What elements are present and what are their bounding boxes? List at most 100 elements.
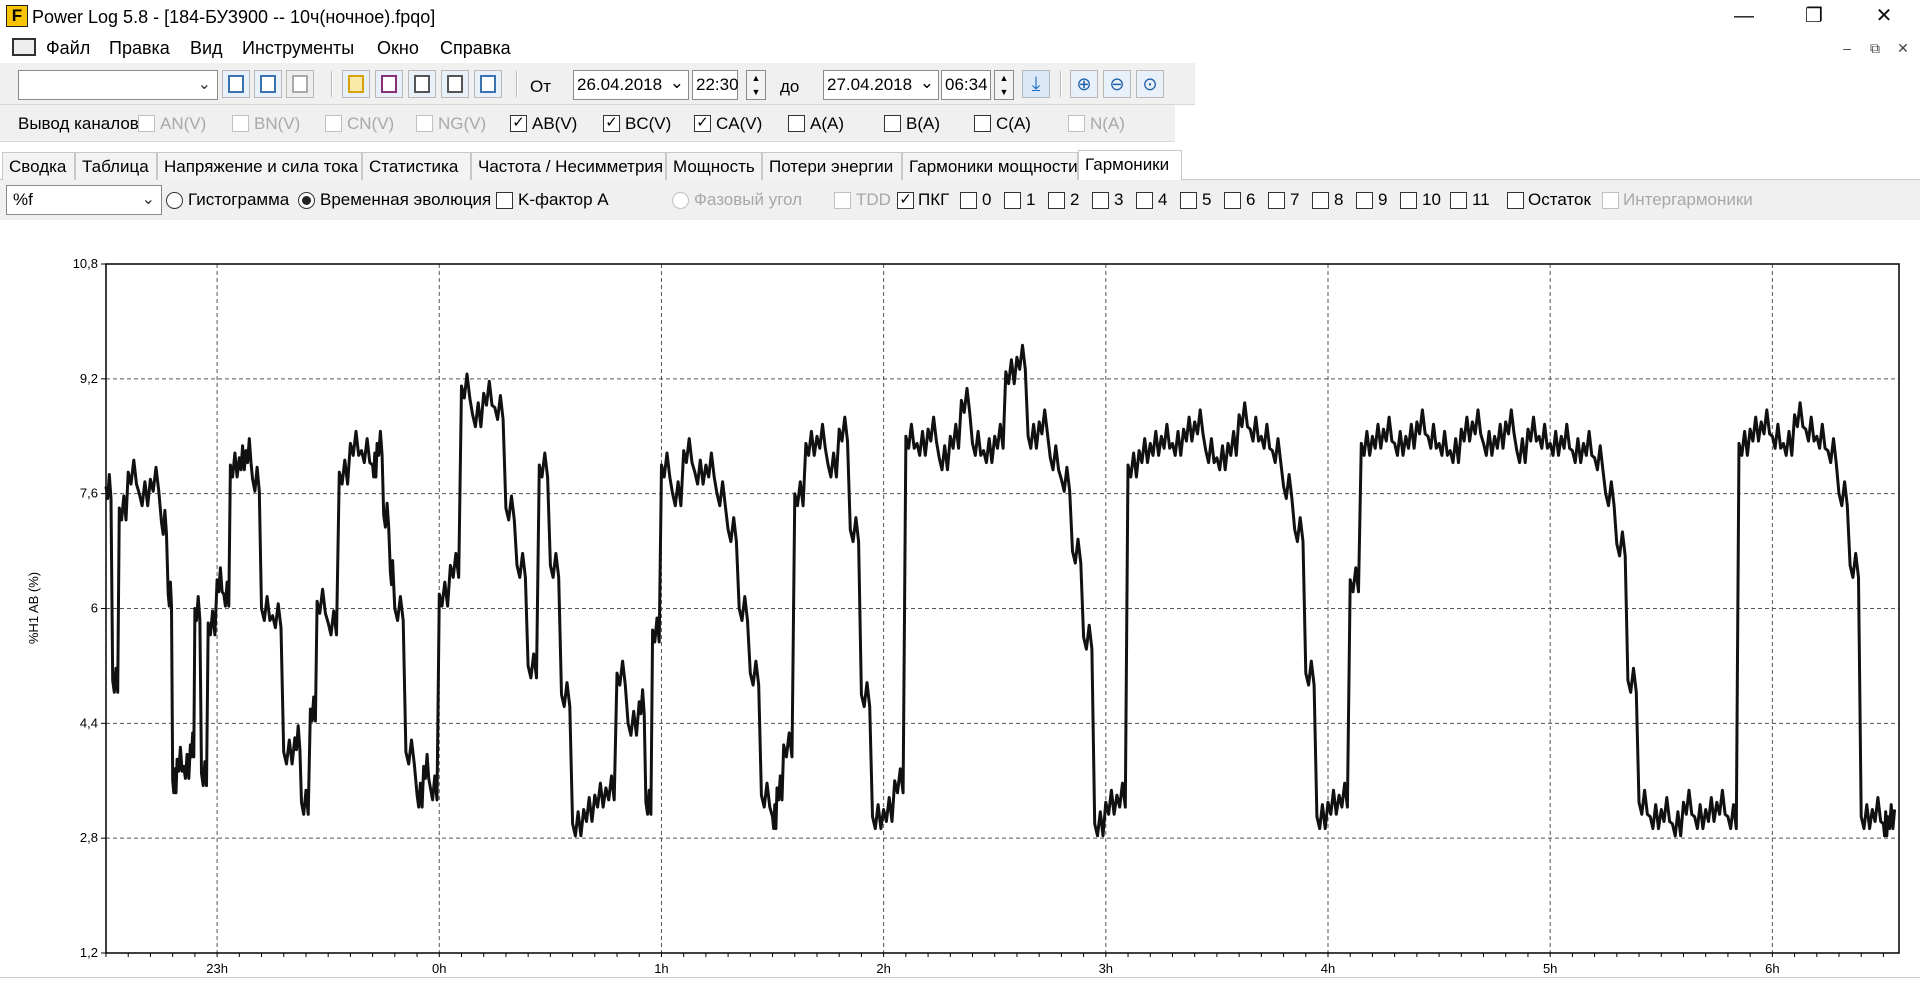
- main-toolbar: ⌄ От 26.04.2018 ⌄ 22:30 ▲ ▼ до 27.04.2018…: [0, 63, 1195, 105]
- chevron-down-icon: ⌄: [197, 76, 211, 93]
- from-date-field[interactable]: 26.04.2018 ⌄: [573, 70, 689, 100]
- menu-window[interactable]: Окно: [377, 38, 419, 59]
- harmonic-checkbox-11[interactable]: [1450, 192, 1467, 209]
- disconnect-button[interactable]: [286, 70, 314, 98]
- channel-checkbox-aa[interactable]: [788, 115, 805, 132]
- harmonic-checkbox-3[interactable]: [1092, 192, 1109, 209]
- histogram-label: Гистограмма: [188, 190, 290, 209]
- open-folder-icon: [348, 75, 364, 93]
- harmonic-checkbox-2[interactable]: [1048, 192, 1065, 209]
- document-icon[interactable]: [12, 38, 36, 56]
- close-button[interactable]: ✕: [1856, 0, 1912, 34]
- device-select[interactable]: ⌄: [18, 70, 218, 100]
- report-icon: [447, 75, 463, 93]
- report-button[interactable]: [441, 70, 469, 98]
- export-button[interactable]: [474, 70, 502, 98]
- channel-label: CN(V): [347, 114, 395, 133]
- x-tick-label: 0h: [432, 961, 446, 976]
- channel-checkbox-cnv[interactable]: [325, 115, 342, 132]
- tab-voltage-current[interactable]: Напряжение и сила тока: [157, 152, 362, 180]
- time-evolution-radio[interactable]: [298, 192, 315, 209]
- channel-checkbox-na[interactable]: [1068, 115, 1085, 132]
- channel-checkbox-anv[interactable]: [138, 115, 155, 132]
- channel-checkbox-cav[interactable]: ✓: [694, 115, 711, 132]
- download-button[interactable]: [222, 70, 250, 98]
- tdd-checkbox[interactable]: [834, 192, 851, 209]
- harmonic-checkbox-6[interactable]: [1224, 192, 1241, 209]
- restore-button[interactable]: ❐: [1786, 0, 1842, 34]
- harmonic-checkbox-10[interactable]: [1400, 192, 1417, 209]
- tab-summary[interactable]: Сводка: [2, 152, 75, 180]
- to-date-field[interactable]: 27.04.2018 ⌄: [823, 70, 939, 100]
- mdi-close-button[interactable]: ✕: [1892, 40, 1914, 58]
- toolbar-separator: [331, 71, 333, 97]
- x-tick-label: 4h: [1321, 961, 1335, 976]
- from-time-spinner[interactable]: ▲ ▼: [746, 70, 766, 100]
- menu-file[interactable]: Файл: [46, 38, 90, 59]
- channel-label: C(A): [996, 114, 1031, 133]
- chevron-down-icon: ⌄: [141, 191, 155, 208]
- harmonic-label: 9: [1378, 190, 1388, 209]
- harmonic-checkbox-0[interactable]: [960, 192, 977, 209]
- tab-energy-losses[interactable]: Потери энергии: [762, 152, 902, 180]
- print-button[interactable]: [408, 70, 436, 98]
- menu-edit[interactable]: Правка: [109, 38, 170, 59]
- histogram-radio[interactable]: [166, 192, 183, 209]
- k-factor-checkbox[interactable]: [496, 192, 513, 209]
- harmonic-checkbox-9[interactable]: [1356, 192, 1373, 209]
- tab-power[interactable]: Мощность: [666, 152, 762, 180]
- tab-harmonics[interactable]: Гармоники: [1078, 150, 1182, 181]
- tab-power-harmonics[interactable]: Гармоники мощности: [902, 152, 1078, 180]
- tab-statistics[interactable]: Статистика: [362, 152, 471, 180]
- menu-view[interactable]: Вид: [190, 38, 223, 59]
- channel-toolbar: Вывод каналов AN(V) BN(V) CN(V) NG(V) ✓ AB(V)…: [0, 105, 1175, 142]
- x-tick-label: 5h: [1543, 961, 1557, 976]
- zoom-in-button[interactable]: ⊕: [1070, 70, 1098, 98]
- harmonic-label: 6: [1246, 190, 1256, 209]
- channel-label: B(A): [906, 114, 940, 133]
- zoom-out-icon: ⊖: [1109, 74, 1125, 94]
- channel-checkbox-ca[interactable]: [974, 115, 991, 132]
- device-button[interactable]: [254, 70, 282, 98]
- channel-checkbox-ba[interactable]: [884, 115, 901, 132]
- apply-range-button[interactable]: ⤓: [1022, 70, 1050, 98]
- channel-label: BC(V): [625, 114, 672, 133]
- x-tick-label: 6h: [1765, 961, 1779, 976]
- open-button[interactable]: [342, 70, 370, 98]
- channel-checkbox-bcv[interactable]: ✓: [603, 115, 620, 132]
- mdi-restore-button[interactable]: ⧉: [1864, 40, 1886, 58]
- phase-angle-label: Фазовый угол: [694, 190, 803, 209]
- phase-angle-radio[interactable]: [672, 192, 689, 209]
- interharmonics-checkbox[interactable]: [1602, 192, 1619, 209]
- zoom-fit-button[interactable]: ⊙: [1136, 70, 1164, 98]
- tab-frequency-unbalance[interactable]: Частота / Несимметрия: [471, 152, 666, 180]
- harmonic-checkbox-8[interactable]: [1312, 192, 1329, 209]
- pkg-checkbox[interactable]: ✓: [897, 192, 914, 209]
- chart-svg[interactable]: 10,8 9,2 7,6 6 4,4 2,8 1,2 23h 0h 1h 2h 3h 4h 5h 6h %…: [0, 222, 1920, 981]
- harmonic-checkbox-5[interactable]: [1180, 192, 1197, 209]
- from-time-field[interactable]: 22:30: [692, 70, 739, 100]
- harmonic-checkbox-4[interactable]: [1136, 192, 1153, 209]
- channel-checkbox-bnv[interactable]: [232, 115, 249, 132]
- channel-label: N(A): [1090, 114, 1125, 133]
- y-tick-label: 7,6: [80, 486, 98, 501]
- channel-checkbox-abv[interactable]: ✓: [510, 115, 527, 132]
- save-button[interactable]: [375, 70, 403, 98]
- menu-help[interactable]: Справка: [440, 38, 511, 59]
- mdi-minimize-button[interactable]: –: [1836, 40, 1858, 58]
- x-tick-label: 1h: [654, 961, 668, 976]
- harmonic-checkbox-1[interactable]: [1004, 192, 1021, 209]
- to-time-field[interactable]: 06:34: [941, 70, 991, 100]
- channel-checkbox-ngv[interactable]: [416, 115, 433, 132]
- menu-tools[interactable]: Инструменты: [242, 38, 354, 59]
- to-time-spinner[interactable]: ▲ ▼: [994, 70, 1014, 100]
- print-icon: [414, 75, 430, 93]
- unit-select[interactable]: %f ⌄: [6, 185, 162, 215]
- minimize-button[interactable]: —: [1716, 0, 1772, 34]
- harmonics-chart[interactable]: 10,8 9,2 7,6 6 4,4 2,8 1,2 23h 0h 1h 2h 3h 4h 5h 6h %…: [0, 222, 1920, 981]
- tab-table[interactable]: Таблица: [75, 152, 157, 180]
- from-date-value: 26.04.2018: [577, 75, 663, 94]
- remainder-checkbox[interactable]: [1507, 192, 1524, 209]
- zoom-out-button[interactable]: ⊖: [1103, 70, 1131, 98]
- harmonic-checkbox-7[interactable]: [1268, 192, 1285, 209]
